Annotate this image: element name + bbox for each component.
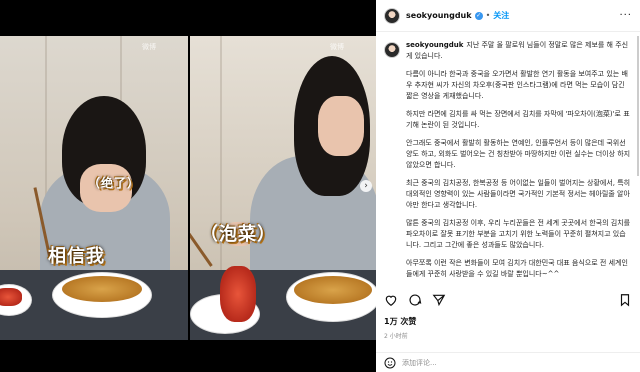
video-panel-right: 微博 （泡菜） (190, 36, 376, 340)
avatar[interactable] (384, 42, 400, 58)
video-panel-left: 微博 （绝了） 相信我 (0, 36, 188, 340)
comment-input[interactable]: 添加评论... (402, 358, 437, 368)
caption-paragraph: 다름이 아니라 한국과 중국을 오가면서 활발한 연기 활동을 보여주고 있는 … (406, 70, 628, 100)
heart-icon[interactable] (384, 293, 398, 307)
caption-username[interactable]: seokyoungduk (406, 41, 463, 49)
comment-bar: 添加评论... (376, 352, 640, 372)
video-caption: （泡菜） (200, 224, 276, 245)
watermark: 微博 (142, 43, 156, 51)
post-media[interactable]: 微博 （绝了） 相信我 微博 （泡菜） › (0, 0, 376, 372)
kimchi (0, 288, 22, 306)
caption-paragraph: 최근 중국의 김치공정, 한복공정 등 어이없는 일들이 벌어지는 상황에서, … (406, 179, 631, 209)
noodles (294, 276, 372, 304)
kimchi (220, 266, 256, 322)
separator: • (485, 11, 491, 20)
caption-area: seokyoungduk 지난 주말 올 팔로워 님들이 정말로 많은 제보를 해… (376, 36, 640, 288)
caption-text: seokyoungduk 지난 주말 올 팔로워 님들이 정말로 많은 제보를 해… (406, 40, 632, 287)
noodles (62, 276, 142, 302)
action-bar (384, 292, 632, 308)
verified-icon: ✓ (474, 11, 483, 20)
bookmark-icon[interactable] (618, 293, 632, 307)
next-media-button[interactable]: › (360, 180, 372, 192)
scrollbar[interactable] (637, 36, 639, 176)
caption-paragraph: 아무쪼록 이런 작은 변화들이 모여 김치가 대한민국 대표 음식으로 전 세계… (406, 259, 628, 278)
post-sidebar: seokyoungduk ✓ • 关注 ··· seokyoungduk 지난 주… (376, 0, 640, 372)
instagram-post-view: 微博 （绝了） 相信我 微博 （泡菜） › seokyoungduk ✓ • 关… (0, 0, 640, 372)
follow-button[interactable]: 关注 (493, 10, 509, 21)
share-icon[interactable] (432, 293, 446, 307)
username-link[interactable]: seokyoungduk (406, 11, 472, 20)
caption-paragraph: 안그래도 중국에서 활발히 활동하는 연예인, 인플루언서 등이 많은데 국위선… (406, 139, 631, 169)
post-time: 2 小时前 (384, 333, 408, 340)
likes-count[interactable]: 1万 次赞 (384, 316, 416, 327)
comment-icon[interactable] (408, 293, 422, 307)
caption-paragraph: seokyoungduk 지난 주말 올 팔로워 님들이 정말로 많은 제보를 해… (406, 40, 632, 62)
emoji-icon[interactable] (384, 357, 396, 369)
caption-paragraph: 하지만 라면에 김치를 싸 먹는 장면에서 김치를 자막에 '파오차이(泡菜)'… (406, 110, 630, 129)
watermark: 微博 (330, 43, 344, 51)
avatar[interactable] (384, 7, 400, 24)
video-caption-top: （绝了） (88, 176, 141, 190)
post-header: seokyoungduk ✓ • 关注 ··· (376, 0, 640, 32)
more-icon[interactable]: ··· (619, 10, 632, 21)
caption-row: seokyoungduk 지난 주말 올 팔로워 님들이 정말로 많은 제보를 해… (384, 40, 632, 287)
caption-paragraph: 많튼 중국의 김치공정 이후, 우리 누리꾼들은 전 세계 곳곳에서 한국의 김… (406, 219, 631, 249)
person-face (318, 96, 364, 156)
video-caption-bottom: 相信我 (48, 246, 105, 267)
